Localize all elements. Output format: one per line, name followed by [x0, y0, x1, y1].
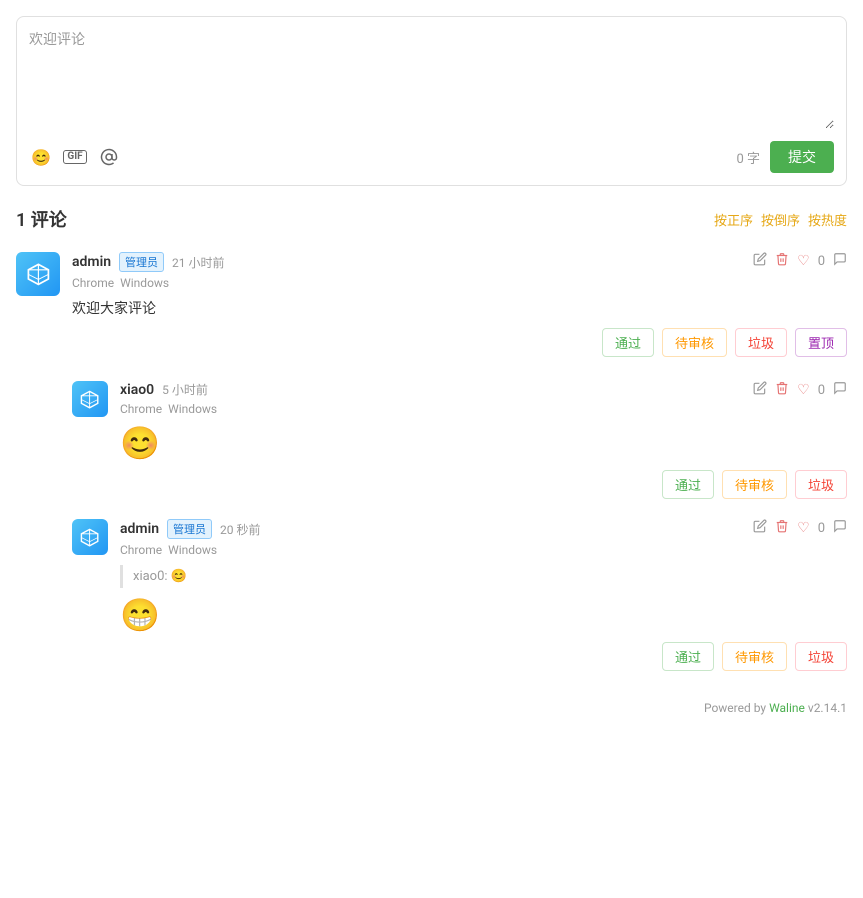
comment-row: admin 管理员 21 小时前 [72, 252, 847, 276]
browser-tags: Chrome Windows [72, 276, 847, 290]
reply-row: xiao0 5 小时前 [120, 381, 847, 402]
avatar-small [72, 519, 108, 555]
review-button[interactable]: 待审核 [722, 470, 787, 499]
reply-browser-tags: Chrome Windows [120, 543, 847, 557]
reply-author: admin [120, 521, 159, 537]
reply-mod-bar: 通过 待审核 垃圾 [120, 470, 847, 499]
reply-meta: xiao0 5 小时前 [120, 381, 208, 398]
os-tag: Windows [168, 402, 217, 416]
avatar [16, 252, 60, 296]
moderation-bar: 通过 待审核 垃圾 置顶 [72, 328, 847, 357]
reply-content: admin 管理员 20 秒前 [120, 519, 847, 671]
sort-options: 按正序 按倒序 按热度 [714, 210, 847, 229]
comment-content: admin 管理员 21 小时前 [72, 252, 847, 357]
comment-item: admin 管理员 21 小时前 [16, 252, 847, 357]
emoji-icon[interactable]: 😊 [29, 145, 53, 169]
review-button[interactable]: 待审核 [662, 328, 727, 357]
spam-button[interactable]: 垃圾 [795, 470, 847, 499]
comment-textarea[interactable] [29, 29, 834, 129]
reply-icon[interactable] [833, 519, 847, 537]
edit-icon[interactable] [753, 519, 767, 537]
reply-time: 20 秒前 [220, 521, 260, 538]
comments-list: admin 管理员 21 小时前 [16, 252, 847, 671]
comments-count: 1 评论 [16, 206, 67, 232]
comment-text: 欢迎大家评论 [72, 298, 847, 320]
sort-hot[interactable]: 按热度 [808, 210, 847, 229]
reply-emoji: 😊 [120, 424, 847, 462]
comment-actions: ♡ 0 [753, 252, 847, 270]
sort-asc[interactable]: 按正序 [714, 210, 753, 229]
toolbar-left: 😊 GIF [29, 145, 121, 169]
spam-button[interactable]: 垃圾 [735, 328, 787, 357]
approve-button[interactable]: 通过 [602, 328, 654, 357]
replies-section: xiao0 5 小时前 [72, 381, 847, 671]
reply-time: 5 小时前 [162, 381, 208, 398]
like-icon[interactable]: ♡ [797, 382, 810, 398]
like-count: 0 [818, 521, 825, 536]
sort-desc[interactable]: 按倒序 [761, 210, 800, 229]
browser-tag: Chrome [120, 402, 162, 416]
like-count: 0 [818, 254, 825, 269]
waline-footer: Powered by Waline v2.14.1 [16, 701, 847, 715]
comment-time: 21 小时前 [172, 254, 224, 271]
reply-meta: admin 管理员 20 秒前 [120, 519, 261, 539]
comments-header: 1 评论 按正序 按倒序 按热度 [16, 206, 847, 232]
reply-content: xiao0 5 小时前 [120, 381, 847, 499]
edit-icon[interactable] [753, 381, 767, 399]
at-icon[interactable] [97, 145, 121, 169]
version-label: v2.14.1 [808, 701, 847, 715]
gif-icon[interactable]: GIF [63, 145, 87, 169]
delete-icon[interactable] [775, 381, 789, 399]
quote-block: xiao0: 😊 [120, 565, 847, 588]
comment-author: admin [72, 254, 111, 270]
reply-actions: ♡ 0 [753, 519, 847, 537]
avatar-small [72, 381, 108, 417]
waline-link[interactable]: Waline [769, 701, 805, 715]
reply-icon[interactable] [833, 381, 847, 399]
reply-actions: ♡ 0 [753, 381, 847, 399]
comment-meta: admin 管理员 21 小时前 [72, 252, 225, 272]
reply-icon[interactable] [833, 252, 847, 270]
review-button[interactable]: 待审核 [722, 642, 787, 671]
browser-tag: Chrome [120, 543, 162, 557]
spam-button[interactable]: 垃圾 [795, 642, 847, 671]
like-count: 0 [818, 383, 825, 398]
pin-button[interactable]: 置顶 [795, 328, 847, 357]
input-toolbar: 😊 GIF 0 字 提交 [29, 141, 834, 173]
reply-author: xiao0 [120, 382, 154, 398]
toolbar-right: 0 字 提交 [736, 141, 834, 173]
like-icon[interactable]: ♡ [797, 253, 810, 269]
admin-badge: 管理员 [167, 519, 212, 539]
char-count: 0 字 [736, 148, 760, 167]
os-tag: Windows [120, 276, 169, 290]
os-tag: Windows [168, 543, 217, 557]
powered-by-text: Powered by [704, 701, 766, 715]
browser-tag: Chrome [72, 276, 114, 290]
delete-icon[interactable] [775, 519, 789, 537]
reply-item: xiao0 5 小时前 [72, 381, 847, 499]
comment-input-box: 😊 GIF 0 字 提交 [16, 16, 847, 186]
gif-label: GIF [63, 150, 86, 164]
approve-button[interactable]: 通过 [662, 642, 714, 671]
reply-row: admin 管理员 20 秒前 [120, 519, 847, 543]
reply-emoji: 😁 [120, 596, 847, 634]
delete-icon[interactable] [775, 252, 789, 270]
reply-mod-bar: 通过 待审核 垃圾 [120, 642, 847, 671]
approve-button[interactable]: 通过 [662, 470, 714, 499]
submit-button[interactable]: 提交 [770, 141, 834, 173]
like-icon[interactable]: ♡ [797, 520, 810, 536]
reply-browser-tags: Chrome Windows [120, 402, 847, 416]
admin-badge: 管理员 [119, 252, 164, 272]
reply-item: admin 管理员 20 秒前 [72, 519, 847, 671]
edit-icon[interactable] [753, 252, 767, 270]
